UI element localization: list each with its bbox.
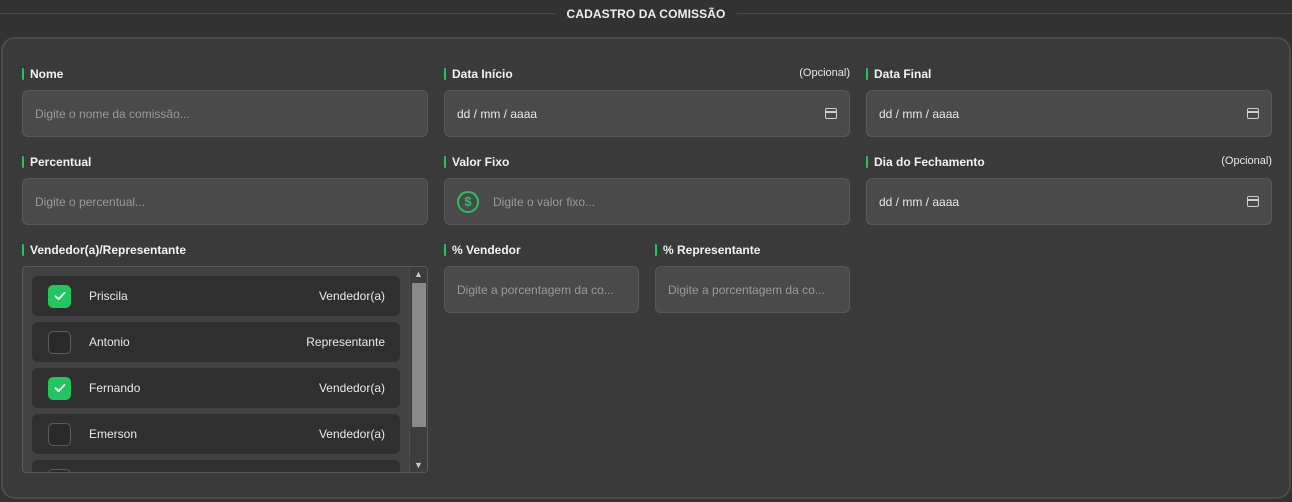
label-accent-bar [22,68,24,80]
commission-form-panel: Nome Digite o nome da comissão... Data I… [1,37,1291,499]
calendar-icon[interactable] [1247,108,1259,119]
label-accent-bar [22,156,24,168]
label-accent-bar [866,68,868,80]
label-accent-bar [866,156,868,168]
valor-fixo-label: Valor Fixo [452,155,510,169]
dollar-circle-icon: $ [457,190,479,213]
data-final-input[interactable]: dd / mm / aaaa [866,90,1272,137]
percentual-placeholder: Digite o percentual... [35,194,146,209]
percentual-label: Percentual [30,155,92,169]
data-inicio-label: Data Início [452,67,513,81]
check-icon [54,383,65,393]
label-accent-bar [444,156,446,168]
data-final-label: Data Final [874,67,932,81]
field-percentual: Percentual Digite o percentual... [22,154,428,226]
pct-vendedor-placeholder: Digite a porcentagem da co... [457,282,614,297]
date-value: dd / mm / aaaa [879,194,960,209]
pct-representante-placeholder: Digite a porcentagem da co... [668,282,825,297]
checkbox-checked[interactable] [48,376,71,400]
seller-role: Vendedor(a) [318,427,385,441]
valor-fixo-placeholder: Digite o valor fixo... [493,194,596,209]
seller-name: Emerson [89,427,138,441]
nome-label: Nome [30,67,64,81]
dia-fechamento-label: Dia do Fechamento [874,155,985,169]
scrollbar-thumb[interactable] [412,283,426,427]
checkbox[interactable] [48,468,71,472]
seller-row[interactable]: Antonio Representante [32,322,400,362]
seller-role: Vendedor(a) [318,381,385,395]
label-accent-bar [655,244,657,256]
label-accent-bar [444,244,446,256]
nome-input[interactable]: Digite o nome da comissão... [22,90,428,137]
calendar-icon[interactable] [1247,196,1259,207]
scroll-down-arrow-icon[interactable]: ▼ [410,458,427,472]
seller-list-rows: Priscila Vendedor(a) Antonio Representante F… [32,276,400,472]
seller-list[interactable]: Priscila Vendedor(a) Antonio Representante F… [22,266,428,473]
data-inicio-input[interactable]: dd / mm / aaaa [444,90,850,137]
field-data-inicio: Data Início (Opcional) dd / mm / aaaa [444,66,850,138]
field-pct-vendedor: % Vendedor Digite a porcentagem da co... [444,242,639,314]
label-accent-bar [444,68,446,80]
label-accent-bar [22,244,24,256]
field-pct-representante: % Representante Digite a porcentagem da … [655,242,850,314]
date-value: dd / mm / aaaa [457,106,538,121]
seller-list-scrollbar[interactable]: ▲ ▼ [409,267,427,472]
pct-vendedor-input[interactable]: Digite a porcentagem da co... [444,266,639,313]
pct-vendedor-label: % Vendedor [452,243,521,257]
scroll-up-arrow-icon[interactable]: ▲ [410,267,427,281]
field-dia-fechamento: Dia do Fechamento (Opcional) dd / mm / aa… [866,154,1272,226]
field-valor-fixo: Valor Fixo $ Digite o valor fixo... [444,154,850,226]
vendedores-label: Vendedor(a)/Representante [30,243,187,257]
calendar-icon[interactable] [825,108,837,119]
seller-row[interactable]: Emerson Vendedor(a) [32,414,400,454]
seller-row[interactable]: Priscila Vendedor(a) [32,276,400,316]
seller-role: Representante [306,335,385,349]
pct-representante-input[interactable]: Digite a porcentagem da co... [655,266,850,313]
field-nome: Nome Digite o nome da comissão... [22,66,428,138]
dia-fechamento-input[interactable]: dd / mm / aaaa [866,178,1272,225]
checkbox[interactable] [48,422,71,446]
pct-representante-label: % Representante [663,243,761,257]
nome-placeholder: Digite o nome da comissão... [35,106,190,121]
check-icon [54,291,65,301]
seller-role: Vendedor(a) [318,289,385,303]
seller-name: Antonio [89,335,130,349]
percentual-input[interactable]: Digite o percentual... [22,178,428,225]
checkbox[interactable] [48,330,71,354]
optional-tag: (Opcional) [1221,155,1272,167]
seller-name: Priscila [89,289,128,303]
field-vendedores: Vendedor(a)/Representante Priscila Vended… [22,242,428,474]
date-value: dd / mm / aaaa [879,106,960,121]
seller-row[interactable] [32,460,400,472]
seller-row[interactable]: Fernando Vendedor(a) [32,368,400,408]
checkbox-checked[interactable] [48,284,71,308]
seller-name: Fernando [89,381,141,395]
field-data-final: Data Final dd / mm / aaaa [866,66,1272,138]
page-title: CADASTRO DA COMISSÃO [554,6,738,22]
optional-tag: (Opcional) [799,67,850,79]
valor-fixo-input[interactable]: $ Digite o valor fixo... [444,178,850,225]
